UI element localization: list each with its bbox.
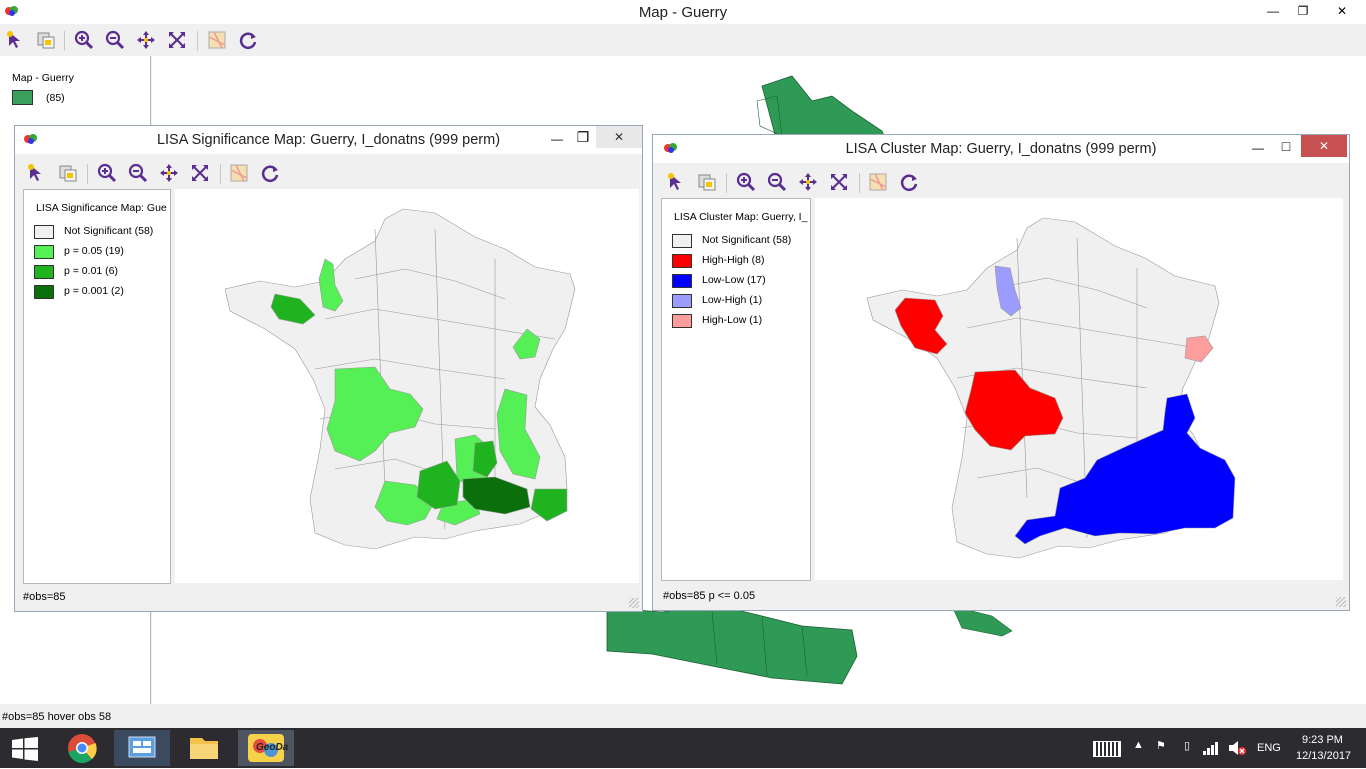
maximize-button[interactable]: □ bbox=[1271, 135, 1301, 157]
legend-label: Low-Low (17) bbox=[702, 274, 766, 286]
toolbar-separator bbox=[859, 173, 860, 193]
legend-label: Not Significant (58) bbox=[64, 225, 154, 237]
control-panel-icon[interactable] bbox=[114, 730, 170, 766]
zoom-out-icon[interactable] bbox=[104, 29, 126, 51]
zoom-out-icon[interactable] bbox=[127, 162, 149, 184]
refresh-icon[interactable] bbox=[259, 162, 281, 184]
map-layer-icon[interactable] bbox=[867, 171, 889, 193]
maximize-button[interactable]: ❐ bbox=[568, 126, 598, 148]
cluster-status-bar: #obs=85 p <= 0.05 bbox=[663, 590, 756, 602]
legend-swatch bbox=[34, 285, 54, 299]
legend-swatch bbox=[672, 294, 692, 308]
legend-swatch bbox=[672, 274, 692, 288]
minimize-button[interactable]: — bbox=[1243, 137, 1273, 159]
toolbar-separator bbox=[64, 31, 65, 51]
taskbar: GeoDa ▲ ⚑ ▯ ENG 9:23 PM 12/13/2017 bbox=[0, 728, 1366, 768]
significance-toolbar bbox=[15, 158, 642, 188]
minimize-button[interactable]: — bbox=[1258, 0, 1288, 22]
main-titlebar[interactable]: Map - Guerry — ❐ ✕ bbox=[0, 0, 1366, 24]
fit-extent-icon[interactable] bbox=[166, 29, 188, 51]
legend-label: High-Low (1) bbox=[702, 314, 763, 326]
significance-window: LISA Significance Map: Guerry, I_donatns… bbox=[14, 125, 643, 612]
toolbar-separator bbox=[726, 173, 727, 193]
legend-label: Not Significant (58) bbox=[702, 234, 792, 246]
flag-icon[interactable]: ⚑ bbox=[1156, 739, 1166, 752]
fit-extent-icon[interactable] bbox=[828, 171, 850, 193]
resize-grip[interactable] bbox=[1336, 597, 1346, 607]
select-icon[interactable] bbox=[25, 162, 47, 184]
legend-label: Low-High (1) bbox=[702, 294, 763, 306]
legend-swatch bbox=[672, 254, 692, 268]
clock-date[interactable]: 12/13/2017 bbox=[1296, 750, 1351, 762]
file-explorer-icon[interactable] bbox=[176, 730, 232, 766]
signal-icon[interactable] bbox=[1203, 741, 1219, 755]
significance-legend-title: LISA Significance Map: Gue bbox=[36, 202, 167, 214]
legend-label: p = 0.05 (19) bbox=[64, 245, 124, 257]
legend-swatch bbox=[672, 314, 692, 328]
restore-button[interactable]: ❐ bbox=[1288, 0, 1318, 22]
close-button[interactable]: ✕ bbox=[1320, 0, 1364, 22]
language-indicator[interactable]: ENG bbox=[1257, 742, 1281, 754]
region-high-low bbox=[1184, 335, 1214, 363]
main-legend-label: (85) bbox=[46, 92, 65, 104]
clock-time[interactable]: 9:23 PM bbox=[1302, 734, 1343, 746]
legend-label: p = 0.01 (6) bbox=[64, 265, 118, 277]
toolbar-separator bbox=[87, 164, 88, 184]
legend-swatch bbox=[34, 225, 54, 239]
main-status-bar: #obs=85 hover obs 58 bbox=[2, 711, 112, 723]
fit-extent-icon[interactable] bbox=[189, 162, 211, 184]
chrome-icon[interactable] bbox=[54, 730, 110, 766]
cluster-legend: LISA Cluster Map: Guerry, I_ Not Signifi… bbox=[661, 198, 811, 581]
refresh-icon[interactable] bbox=[898, 171, 920, 193]
significance-map bbox=[224, 208, 576, 550]
select-icon[interactable] bbox=[665, 171, 687, 193]
zoom-in-icon[interactable] bbox=[73, 29, 95, 51]
pan-icon[interactable] bbox=[158, 162, 180, 184]
map-layer-icon[interactable] bbox=[228, 162, 250, 184]
copy-icon[interactable] bbox=[696, 171, 718, 193]
resize-grip[interactable] bbox=[629, 598, 639, 608]
main-window-title: Map - Guerry bbox=[638, 4, 728, 21]
cluster-titlebar[interactable]: LISA Cluster Map: Guerry, I_donatns (999… bbox=[653, 135, 1349, 163]
zoom-in-icon[interactable] bbox=[735, 171, 757, 193]
map-layer-icon[interactable] bbox=[206, 29, 228, 51]
cluster-toolbar bbox=[653, 167, 1349, 197]
cluster-map-pane[interactable] bbox=[815, 198, 1343, 580]
legend-swatch bbox=[34, 265, 54, 279]
copy-icon[interactable] bbox=[35, 29, 57, 51]
cluster-window: LISA Cluster Map: Guerry, I_donatns (999… bbox=[652, 134, 1350, 611]
show-hidden-icons-icon[interactable]: ▲ bbox=[1133, 739, 1144, 751]
start-button-icon[interactable] bbox=[12, 737, 38, 761]
cluster-map bbox=[866, 217, 1236, 559]
significance-legend: LISA Significance Map: Gue Not Significa… bbox=[23, 189, 171, 584]
select-icon[interactable] bbox=[4, 29, 26, 51]
legend-swatch bbox=[672, 234, 692, 248]
refresh-icon[interactable] bbox=[237, 29, 259, 51]
toolbar-separator bbox=[220, 164, 221, 184]
cluster-legend-title: LISA Cluster Map: Guerry, I_ bbox=[674, 211, 808, 223]
main-legend-swatch[interactable] bbox=[12, 90, 33, 105]
legend-swatch bbox=[34, 245, 54, 259]
zoom-out-icon[interactable] bbox=[766, 171, 788, 193]
significance-status-bar: #obs=85 bbox=[23, 591, 66, 603]
zoom-in-icon[interactable] bbox=[96, 162, 118, 184]
main-toolbar bbox=[0, 25, 1366, 55]
toolbar-separator bbox=[197, 31, 198, 51]
main-legend-title: Map - Guerry bbox=[12, 72, 74, 84]
geoda-taskbar-label: GeoDa bbox=[256, 742, 289, 753]
close-button[interactable]: ✕ bbox=[596, 126, 642, 148]
geoda-icon[interactable]: GeoDa bbox=[238, 730, 294, 766]
keyboard-icon[interactable] bbox=[1093, 741, 1121, 757]
battery-icon[interactable]: ▯ bbox=[1184, 739, 1190, 752]
legend-label: High-High (8) bbox=[702, 254, 765, 266]
volume-muted-icon[interactable] bbox=[1228, 740, 1246, 756]
pan-icon[interactable] bbox=[135, 29, 157, 51]
legend-label: p = 0.001 (2) bbox=[64, 285, 124, 297]
close-button[interactable]: ✕ bbox=[1301, 135, 1347, 157]
significance-map-pane[interactable] bbox=[175, 189, 639, 583]
copy-icon[interactable] bbox=[57, 162, 79, 184]
significance-titlebar[interactable]: LISA Significance Map: Guerry, I_donatns… bbox=[15, 126, 642, 154]
pan-icon[interactable] bbox=[797, 171, 819, 193]
